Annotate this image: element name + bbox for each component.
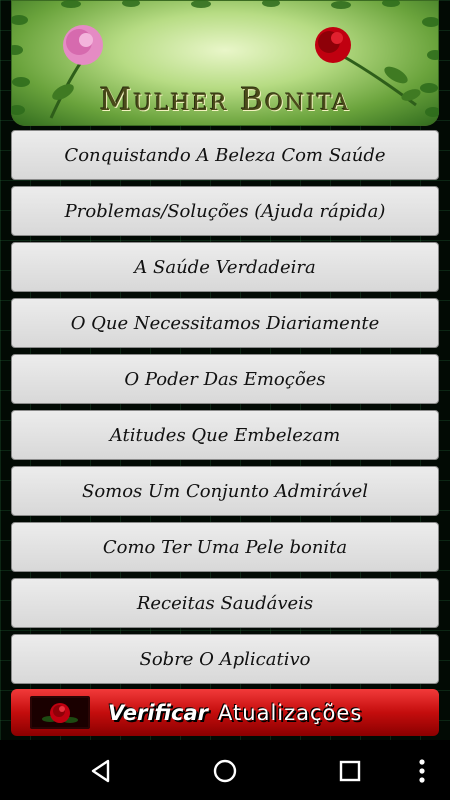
home-circle-icon[interactable]	[210, 756, 240, 786]
menu-button-necessitamos-diariamente[interactable]: O Que Necessitamos Diariamente	[11, 298, 439, 348]
menu-button-sobre-aplicativo[interactable]: Sobre O Aplicativo	[11, 634, 439, 684]
update-label-verificar: Verificar	[108, 700, 209, 725]
update-label-atualizacoes: Atualizações	[218, 700, 363, 725]
menu-button-atitudes[interactable]: Atitudes Que Embelezam	[11, 410, 439, 460]
menu-button-conjunto-admiravel[interactable]: Somos Um Conjunto Admirável	[11, 466, 439, 516]
menu-button-saude-verdadeira[interactable]: A Saúde Verdadeira	[11, 242, 439, 292]
menu-button-problemas-solucoes[interactable]: Problemas/Soluções (Ajuda rápida)	[11, 186, 439, 236]
main-menu: Conquistando A Beleza Com Saúde Problema…	[11, 130, 439, 690]
menu-button-poder-emocoes[interactable]: O Poder Das Emoções	[11, 354, 439, 404]
rose-icon	[30, 696, 90, 729]
recents-square-icon[interactable]	[335, 756, 365, 786]
menu-button-receitas[interactable]: Receitas Saudáveis	[11, 578, 439, 628]
menu-button-pele-bonita[interactable]: Como Ter Uma Pele bonita	[11, 522, 439, 572]
overflow-dots-icon[interactable]	[412, 756, 432, 786]
menu-button-beleza-saude[interactable]: Conquistando A Beleza Com Saúde	[11, 130, 439, 180]
app-title: Mulher Bonita	[99, 82, 351, 118]
header-banner: Mulher Bonita	[11, 0, 439, 126]
system-navigation-bar	[0, 740, 450, 800]
back-triangle-icon[interactable]	[86, 756, 116, 786]
app-screen: Mulher Bonita Conquistando A Beleza Com …	[0, 0, 450, 800]
check-updates-button[interactable]: Verificar Atualizações	[11, 689, 439, 736]
